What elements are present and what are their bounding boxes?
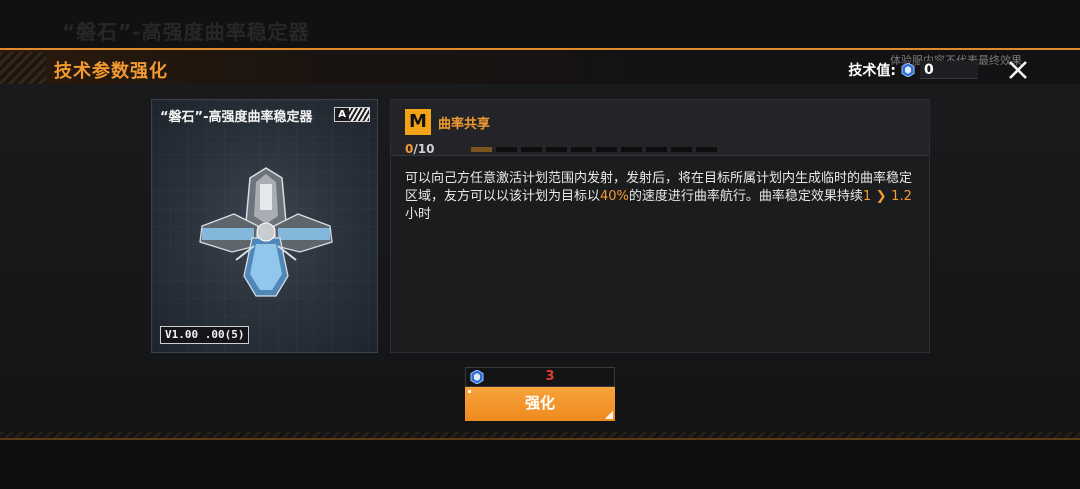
tech-value-amount: 0 [920,61,978,79]
tech-value-display: 技术值: 0 [848,60,978,80]
ship-grade-badge: A [334,107,370,122]
cost-amount: 3 [545,369,555,384]
close-icon[interactable] [1006,58,1030,82]
skill-detail-panel: M 曲率共享 0/10 可以向己方任意激活计划范围内发射，发射后，将在目标所属计… [390,99,930,353]
header-hatch-decoration [0,52,46,84]
background-top-bar: “磐石”-高强度曲率稳定器 [0,0,1080,48]
skill-level-max: /10 [413,142,435,156]
level-bar-segment [696,147,717,152]
background-bottom-bar [0,440,1080,489]
ship-name: “磐石”-高强度曲率稳定器 [160,110,313,125]
tech-value-label: 技术值: [848,63,896,79]
level-bar-segment [546,147,567,152]
button-corner-decoration [605,411,613,419]
skill-header: M 曲率共享 0/10 [391,100,929,156]
enhance-button-label: 强化 [524,395,555,412]
tech-gem-icon [470,370,484,384]
level-bar-segment [571,147,592,152]
button-dot-decoration [468,390,471,393]
duration-unit: 小时 [405,207,432,222]
level-bar-segment [471,147,492,152]
background-title: “磐石”-高强度曲率稳定器 [62,20,310,44]
ship-version: V1.00 .00(5) [160,326,250,344]
ship-grade-hatch [349,108,369,121]
level-bar-segment [646,147,667,152]
skill-type-badge: M [405,109,431,135]
ship-illustration [199,167,333,297]
tech-gem-icon [901,63,915,77]
duration-from: 1 [862,189,872,204]
level-bar-segment [496,147,517,152]
level-bar-segment [596,147,617,152]
panel-footer-hatch [0,432,1080,440]
level-bar-segment [621,147,642,152]
arrow-right-icon: ❯ [871,189,892,204]
duration-to: 1.2 [891,189,912,204]
enhance-panel: 技术参数强化 体验服内容不代表最终效果 技术值: 0 “磐石”-高强度曲率稳定器… [0,48,1080,440]
skill-level: 0/10 [405,142,434,156]
panel-title: 技术参数强化 [54,61,168,82]
ship-grade-letter: A [335,108,349,121]
desc-highlight-value: 40% [600,189,629,204]
enhance-button[interactable]: 强化 [465,387,615,421]
enhance-cost: 3 [465,367,615,387]
panel-header: 技术参数强化 体验服内容不代表最终效果 技术值: 0 [0,48,1080,84]
skill-description: 可以向己方任意激活计划范围内发射，发射后，将在目标所属计划内生成临时的曲率稳定区… [405,170,920,224]
skill-name: 曲率共享 [438,117,491,132]
level-bar-segment [521,147,542,152]
level-bar-segment [671,147,692,152]
level-progress-bars [471,147,717,152]
desc-text-2: 的速度进行曲率航行。曲率稳定效果持续 [628,189,863,204]
ship-card: “磐石”-高强度曲率稳定器 A V1.00 .00(5) [151,99,378,353]
